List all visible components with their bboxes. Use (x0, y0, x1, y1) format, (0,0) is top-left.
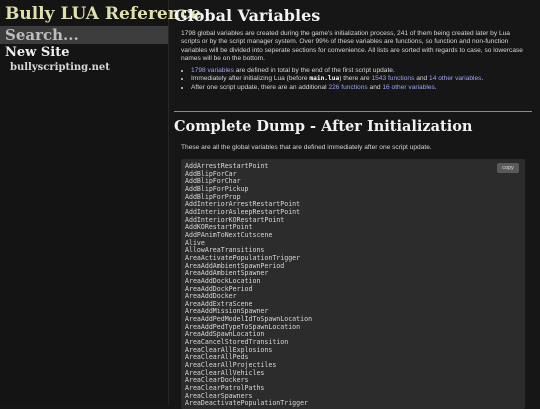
main-lua-code: main.lua (309, 75, 340, 83)
stats-text: are defined in total by the end of the f… (233, 67, 395, 74)
stats-item: After one script update, there are an ad… (191, 84, 540, 92)
section-title: Complete Dump - After Initialization (174, 118, 473, 135)
additional-variables-link[interactable]: 16 other variables (382, 84, 434, 91)
stats-list: 1798 variables are defined in total by t… (181, 67, 540, 92)
copy-button[interactable]: copy (497, 163, 519, 173)
stats-item: Immediately after initializing Lua (befo… (191, 75, 540, 83)
search-input[interactable] (0, 26, 168, 44)
sidebar: Bully LUA Reference New Site bullyscript… (0, 0, 201, 405)
divider (174, 111, 532, 112)
main-content: Global Variables 1798 global variables a… (174, 0, 532, 409)
variables-link[interactable]: 1798 variables (191, 67, 234, 74)
page-title: Global Variables (174, 6, 321, 25)
section-description: These are all the global variables that … (181, 144, 432, 151)
functions-link[interactable]: 1543 functions (371, 75, 414, 82)
stats-text: ) there are (339, 75, 372, 83)
nav-link-bullyscripting[interactable]: bullyscripting.net (10, 62, 110, 73)
stats-text: . (434, 83, 437, 91)
nav-heading-new-site[interactable]: New Site (5, 45, 69, 60)
code-lines: AddArrestRestartPoint AddBlipForCar AddBli… (185, 162, 312, 408)
stats-text: . (481, 75, 484, 83)
site-title[interactable]: Bully LUA Reference (0, 0, 201, 24)
code-block[interactable]: AddArrestRestartPoint AddBlipForCar AddBli… (181, 159, 525, 409)
intro-paragraph: 1798 global variables are created during… (181, 30, 523, 63)
stats-text: and (367, 83, 383, 91)
code-line: AreaDeactivatePopulationTrigger (185, 399, 309, 408)
stats-text: After one script update, there are an ad… (191, 83, 329, 91)
other-variables-link[interactable]: 14 other variables (429, 75, 481, 82)
stats-text: Immediately after initializing Lua (befo… (191, 75, 310, 83)
stats-text: and (414, 75, 430, 83)
additional-functions-link[interactable]: 226 functions (328, 84, 367, 91)
